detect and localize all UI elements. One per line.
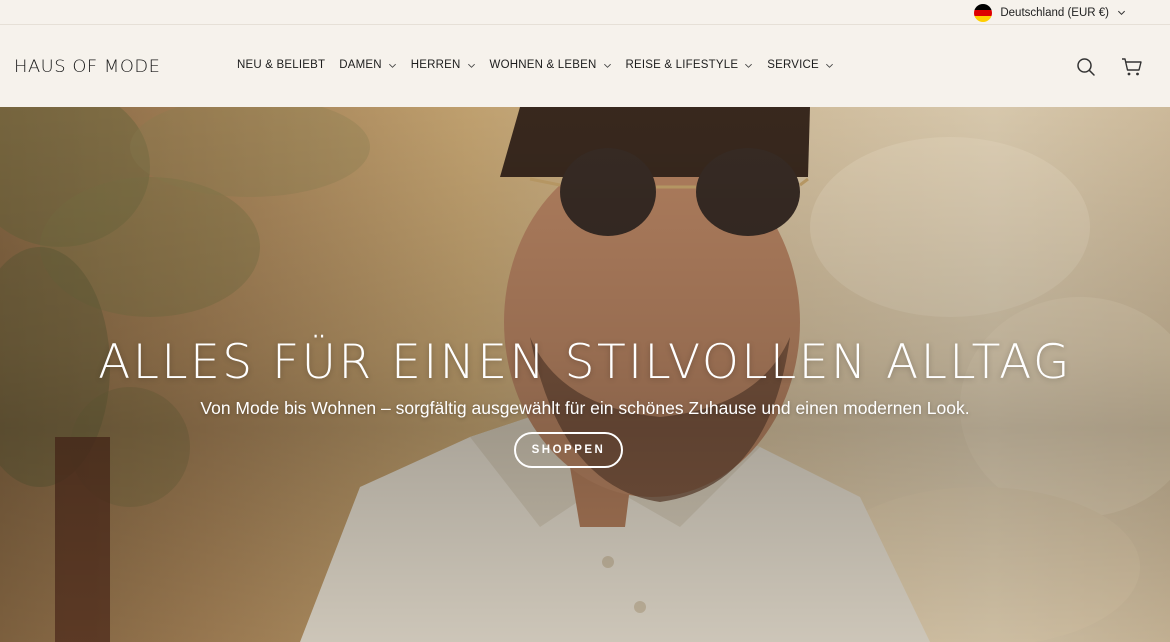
search-button[interactable] xyxy=(1074,55,1098,79)
nav-item-label: WOHNEN & LEBEN xyxy=(489,59,597,71)
chevron-down-icon xyxy=(745,63,753,68)
cart-button[interactable] xyxy=(1120,55,1144,79)
germany-flag-icon xyxy=(974,3,993,22)
nav-item-neu-beliebt[interactable]: NEU & BELIEBT xyxy=(237,59,325,71)
cart-icon xyxy=(1122,58,1142,76)
nav-item-service[interactable]: SERVICE xyxy=(767,59,834,71)
chevron-down-icon xyxy=(388,63,396,68)
chevron-down-icon xyxy=(1117,10,1126,16)
nav-item-wohnen-leben[interactable]: WOHNEN & LEBEN xyxy=(490,59,612,71)
site-header: HAUS OF MODE NEU & BELIEBT DAMEN HERREN … xyxy=(0,25,1170,107)
country-selector[interactable]: Deutschland (EUR €) xyxy=(974,3,1126,22)
country-label: Deutschland (EUR €) xyxy=(1000,6,1109,19)
shop-button[interactable]: SHOPPEN xyxy=(514,432,623,468)
nav-item-label: SERVICE xyxy=(767,59,819,71)
header-icons xyxy=(1074,55,1144,79)
search-icon xyxy=(1077,58,1095,76)
chevron-down-icon xyxy=(603,63,611,68)
site-logo[interactable]: HAUS OF MODE xyxy=(14,57,160,77)
chevron-down-icon xyxy=(467,63,475,68)
main-navigation: NEU & BELIEBT DAMEN HERREN WOHNEN & LEBE… xyxy=(237,59,848,71)
hero-subtitle: Von Mode bis Wohnen – sorgfältig ausgewä… xyxy=(200,398,970,418)
nav-item-damen[interactable]: DAMEN xyxy=(339,59,397,71)
nav-item-herren[interactable]: HERREN xyxy=(411,59,476,71)
chevron-down-icon xyxy=(825,63,833,68)
hero-title: ALLES FÜR EINEN STILVOLLEN ALLTAG xyxy=(98,335,1072,390)
hero-banner: ALLES FÜR EINEN STILVOLLEN ALLTAG Von Mo… xyxy=(0,107,1170,642)
nav-item-label: DAMEN xyxy=(339,59,382,71)
nav-item-label: REISE & LIFESTYLE xyxy=(625,59,739,71)
nav-item-label: HERREN xyxy=(410,59,461,71)
top-bar: Deutschland (EUR €) xyxy=(0,0,1170,25)
nav-item-reise-lifestyle[interactable]: REISE & LIFESTYLE xyxy=(626,59,754,71)
nav-item-label: NEU & BELIEBT xyxy=(237,59,326,71)
